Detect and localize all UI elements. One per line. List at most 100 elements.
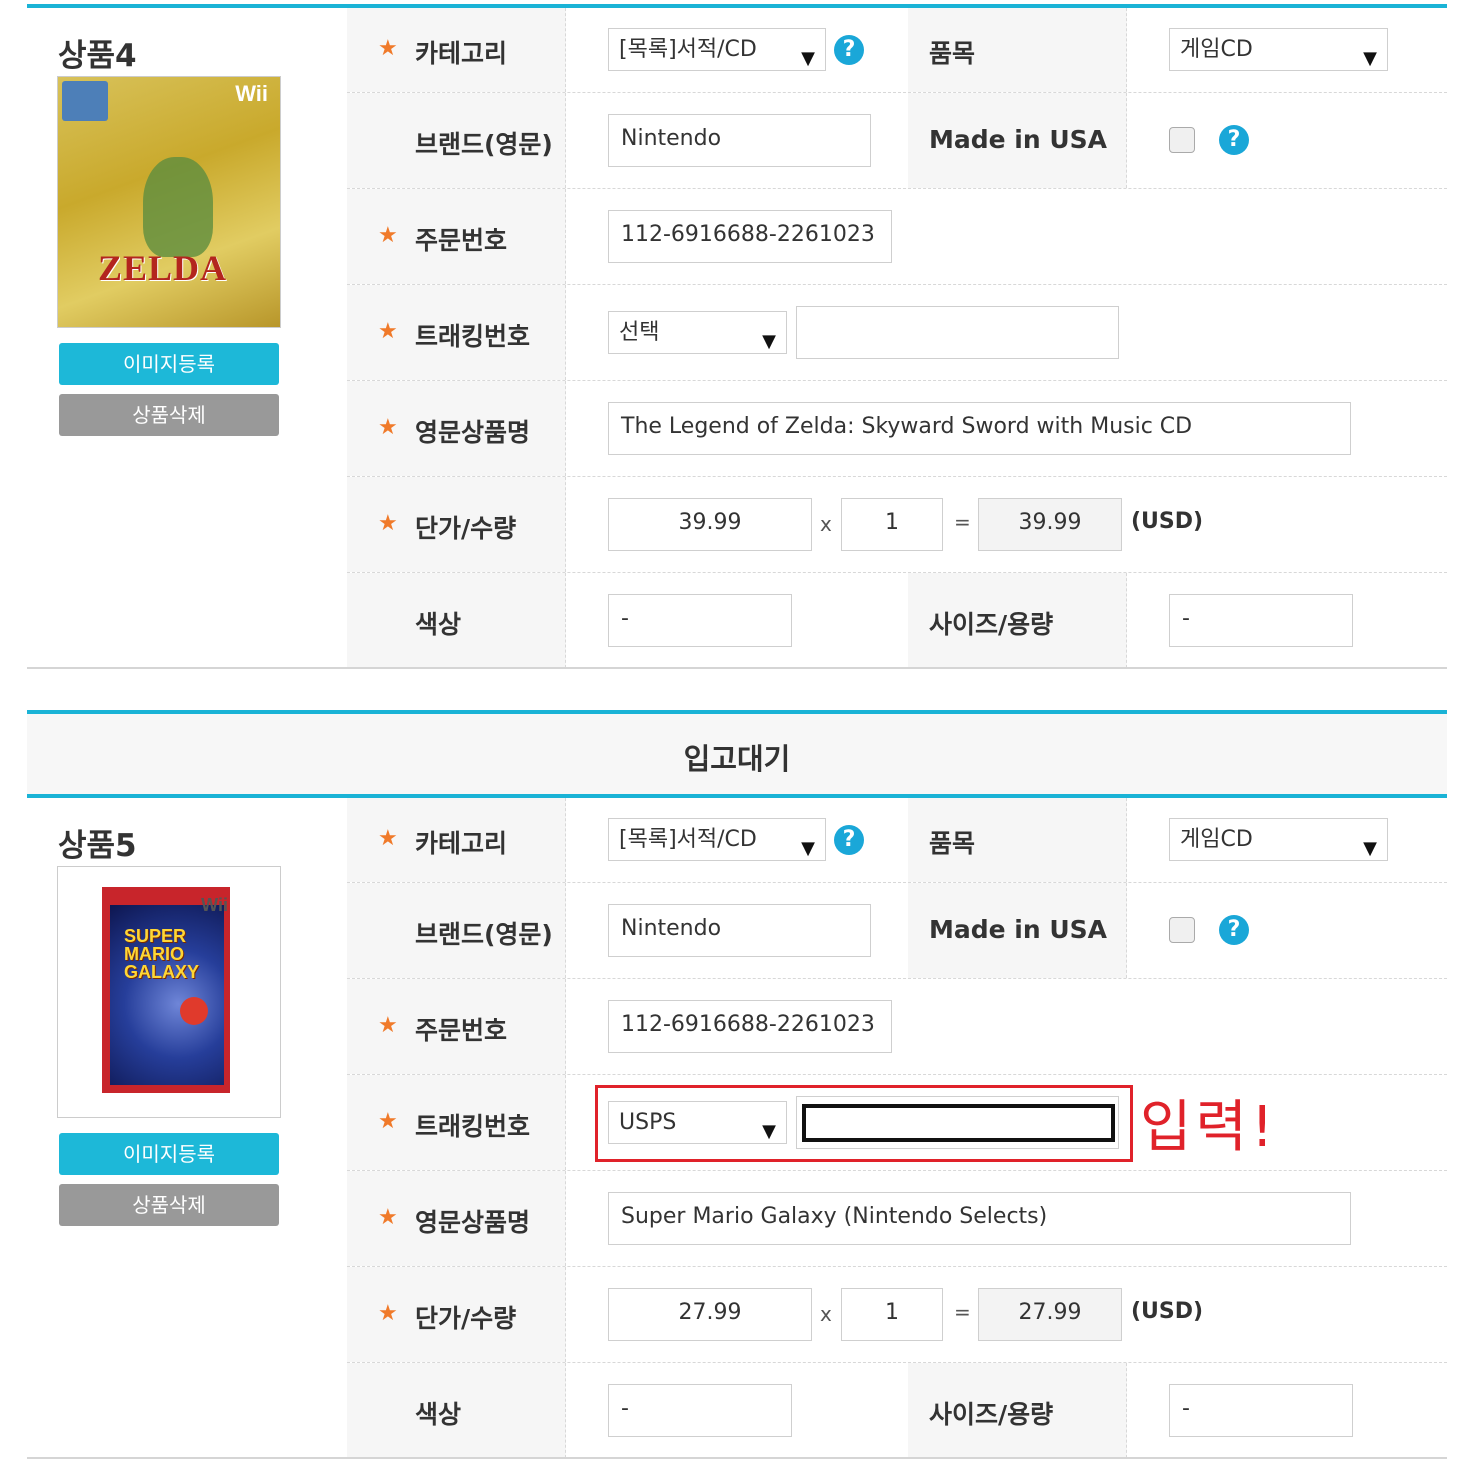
times-sign: x [820, 512, 832, 536]
row-price-qty: ★ 단가/수량 27.99 x 1 = 27.99 (USD) [347, 1267, 1447, 1363]
color-label: 색상 [415, 1399, 462, 1429]
brand-input[interactable]: Nintendo [608, 904, 871, 957]
row-tracking: ★ 트래킹번호 선택 ▼ [347, 285, 1447, 381]
order-no-input[interactable]: 112-6916688-2261023 [608, 210, 892, 263]
chevron-down-icon: ▼ [801, 837, 815, 859]
size-input[interactable]: - [1169, 594, 1353, 647]
category-select[interactable]: [목록]서적/CD ▼ [608, 818, 826, 861]
delete-product-button[interactable]: 상품삭제 [59, 1184, 279, 1226]
size-input[interactable]: - [1169, 1384, 1353, 1437]
required-star-icon: ★ [378, 1012, 398, 1038]
required-star-icon: ★ [378, 36, 398, 61]
name-en-input[interactable]: Super Mario Galaxy (Nintendo Selects) [608, 1192, 1351, 1245]
name-en-label: 영문상품명 [415, 1207, 531, 1237]
unit-price-input[interactable]: 27.99 [608, 1288, 812, 1341]
row-price-qty: ★ 단가/수량 39.99 x 1 = 39.99 (USD) [347, 477, 1447, 573]
product-title: 상품4 [58, 38, 137, 74]
help-icon[interactable]: ? [834, 35, 864, 65]
row-tracking: ★ 트래킹번호 USPS ▼ [347, 1075, 1447, 1171]
product-image: Wii SUPER MARIO GALAXY [57, 866, 281, 1118]
mario-figure-icon [180, 997, 208, 1025]
product-image: Wii ZELDA [57, 76, 281, 328]
size-label: 사이즈/용량 [929, 1399, 1054, 1429]
quantity-input[interactable]: 1 [841, 1288, 943, 1341]
required-star-icon: ★ [378, 826, 398, 851]
required-star-icon: ★ [378, 1300, 398, 1326]
platform-label: Wii [201, 895, 228, 915]
currency-label: (USD) [1131, 1299, 1204, 1324]
row-category: ★ 카테고리 [목록]서적/CD ▼ ? 품목 게임CD ▼ [347, 8, 1447, 93]
game-logo: ZELDA [98, 248, 228, 288]
name-en-input[interactable]: The Legend of Zelda: Skyward Sword with … [608, 402, 1351, 455]
order-no-label: 주문번호 [415, 1015, 508, 1045]
section-header: 입고대기 [27, 714, 1447, 794]
name-en-label: 영문상품명 [415, 417, 531, 447]
order-no-input[interactable]: 112-6916688-2261023 [608, 1000, 892, 1053]
annotation-box [595, 1085, 1133, 1162]
item-label: 품목 [929, 39, 976, 68]
category-select[interactable]: [목록]서적/CD ▼ [608, 28, 826, 71]
made-in-usa-checkbox[interactable] [1169, 917, 1195, 943]
section-bottom-border [27, 1457, 1447, 1459]
brand-input[interactable]: Nintendo [608, 114, 871, 167]
help-icon[interactable]: ? [834, 825, 864, 855]
game-logo: SUPER MARIO GALAXY [124, 926, 200, 982]
row-category: ★ 카테고리 [목록]서적/CD ▼ ? 품목 게임CD ▼ [347, 798, 1447, 883]
price-qty-label: 단가/수량 [415, 513, 517, 543]
equals-sign: = [954, 510, 971, 534]
required-star-icon: ★ [378, 222, 398, 248]
hero-figure-icon [143, 157, 213, 257]
total-price-field: 27.99 [978, 1288, 1122, 1341]
row-name-en: ★ 영문상품명 Super Mario Galaxy (Nintendo Sel… [347, 1171, 1447, 1267]
chevron-down-icon: ▼ [1363, 837, 1377, 859]
tracking-label: 트래킹번호 [415, 1111, 531, 1141]
item-select[interactable]: 게임CD ▼ [1169, 818, 1388, 861]
color-input[interactable]: - [608, 594, 792, 647]
upload-image-button[interactable]: 이미지등록 [59, 343, 279, 385]
price-qty-label: 단가/수량 [415, 1303, 517, 1333]
annotation-text: 입력! [1140, 1095, 1278, 1160]
required-star-icon: ★ [378, 1204, 398, 1230]
chevron-down-icon: ▼ [762, 330, 776, 352]
made-in-usa-checkbox[interactable] [1169, 127, 1195, 153]
total-price-field: 39.99 [978, 498, 1122, 551]
times-sign: x [820, 1302, 832, 1326]
product-title: 상품5 [58, 828, 137, 864]
row-brand: 브랜드(영문) Nintendo Made in USA ? [347, 93, 1447, 189]
brand-label: 브랜드(영문) [415, 919, 553, 949]
section-title: 입고대기 [683, 742, 791, 776]
required-star-icon: ★ [378, 318, 398, 344]
tracking-label: 트래킹번호 [415, 321, 531, 351]
order-no-label: 주문번호 [415, 225, 508, 255]
made-in-usa-label: Made in USA [929, 124, 1108, 154]
chevron-down-icon: ▼ [1363, 47, 1377, 69]
category-label: 카테고리 [415, 829, 508, 858]
row-color-size: 색상 - 사이즈/용량 - [347, 1363, 1447, 1458]
tracking-carrier-select[interactable]: 선택 ▼ [608, 311, 787, 354]
row-color-size: 색상 - 사이즈/용량 - [347, 573, 1447, 668]
delete-product-button[interactable]: 상품삭제 [59, 394, 279, 436]
made-in-usa-label: Made in USA [929, 914, 1108, 944]
size-label: 사이즈/용량 [929, 609, 1054, 639]
row-order-no: ★ 주문번호 112-6916688-2261023 [347, 979, 1447, 1075]
unit-price-input[interactable]: 39.99 [608, 498, 812, 551]
brand-label: 브랜드(영문) [415, 129, 553, 159]
required-star-icon: ★ [378, 1108, 398, 1134]
help-icon[interactable]: ? [1219, 915, 1249, 945]
upload-image-button[interactable]: 이미지등록 [59, 1133, 279, 1175]
section-bottom-border [27, 667, 1447, 669]
category-label: 카테고리 [415, 39, 508, 68]
currency-label: (USD) [1131, 509, 1204, 534]
required-star-icon: ★ [378, 510, 398, 536]
quantity-input[interactable]: 1 [841, 498, 943, 551]
row-name-en: ★ 영문상품명 The Legend of Zelda: Skyward Swo… [347, 381, 1447, 477]
row-order-no: ★ 주문번호 112-6916688-2261023 [347, 189, 1447, 285]
help-icon[interactable]: ? [1219, 125, 1249, 155]
item-label: 품목 [929, 829, 976, 858]
item-select[interactable]: 게임CD ▼ [1169, 28, 1388, 71]
tracking-no-input[interactable] [796, 306, 1119, 359]
required-star-icon: ★ [378, 414, 398, 440]
product-block-4: 상품4 Wii ZELDA 이미지등록 상품삭제 ★ 카테고리 [목록]서적/C… [0, 8, 1471, 669]
color-input[interactable]: - [608, 1384, 792, 1437]
color-label: 색상 [415, 609, 462, 639]
